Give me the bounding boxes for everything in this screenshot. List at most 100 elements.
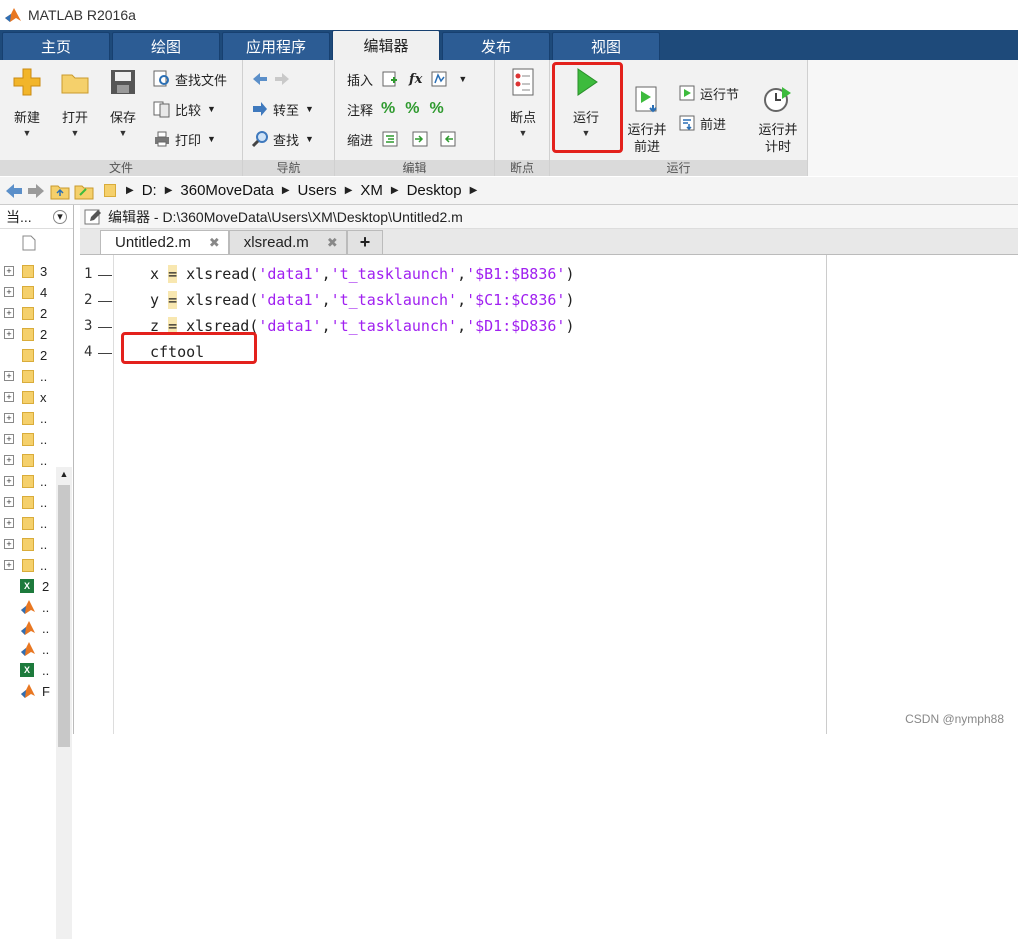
ribbon-empty-area	[808, 60, 1018, 176]
tab-apps[interactable]: 应用程序	[222, 32, 330, 60]
breadcrumb-desktop[interactable]: ▶Desktop▶	[391, 182, 485, 199]
panel-menu-icon[interactable]: ▾	[53, 210, 67, 224]
expand-icon[interactable]: +	[4, 308, 14, 318]
tab-publish[interactable]: 发布	[442, 32, 550, 60]
fx-icon[interactable]: fx	[409, 72, 422, 87]
chevron-down-icon[interactable]: ▼	[458, 74, 467, 84]
breadcrumb-360movedata[interactable]: ▶360MoveData	[165, 182, 274, 199]
list-item[interactable]: ..	[0, 597, 56, 617]
scroll-up-icon[interactable]: ▲	[56, 467, 72, 481]
print-button[interactable]: 打印 ▼	[153, 128, 216, 150]
find-files-button[interactable]: 查找文件	[153, 68, 227, 90]
up-folder-icon[interactable]	[50, 182, 70, 200]
expand-icon[interactable]: +	[4, 392, 14, 402]
breakpoint-dash[interactable]: —	[98, 292, 112, 308]
run-and-time-button[interactable]: 运行并 计时	[754, 66, 802, 172]
increase-indent-icon[interactable]	[411, 130, 429, 148]
code-area[interactable]: x = xlsread('data1','t_tasklaunch','$B1:…	[114, 255, 826, 734]
expand-icon[interactable]: +	[4, 287, 14, 297]
comment-percent-icon[interactable]: %	[381, 100, 395, 118]
new-tab-plus-icon[interactable]: +	[347, 230, 384, 254]
list-item[interactable]: +..	[0, 534, 56, 554]
browse-folder-icon[interactable]	[74, 182, 94, 200]
tab-plots[interactable]: 绘图	[112, 32, 220, 60]
uncomment-icon[interactable]: %	[405, 100, 419, 118]
find-button[interactable]: 查找 ▼	[251, 128, 314, 150]
expand-icon[interactable]: +	[4, 371, 14, 381]
list-item[interactable]: +x	[0, 387, 56, 407]
expand-icon[interactable]: +	[4, 266, 14, 276]
tab-view[interactable]: 视图	[552, 32, 660, 60]
back-icon[interactable]	[4, 182, 24, 200]
list-item[interactable]: X..	[0, 660, 56, 680]
list-item[interactable]: +..	[0, 555, 56, 575]
back-arrow-icon[interactable]	[251, 70, 269, 88]
expand-icon[interactable]: +	[4, 497, 14, 507]
forward-icon[interactable]	[26, 182, 46, 200]
insert-function-icon[interactable]	[430, 70, 448, 88]
breakpoint-dash[interactable]: —	[98, 266, 112, 282]
breakpoint-dash[interactable]: —	[98, 344, 112, 360]
breakpoint-dash[interactable]: —	[98, 318, 112, 334]
expand-icon[interactable]: +	[4, 455, 14, 465]
breadcrumb-xm[interactable]: ▶XM	[345, 182, 383, 199]
close-icon[interactable]: ✖	[327, 235, 338, 251]
scroll-thumb[interactable]	[58, 485, 70, 747]
new-button[interactable]: 新建 ▼	[5, 66, 49, 138]
open-button[interactable]: 打开 ▼	[53, 66, 97, 138]
folder-icon	[22, 265, 34, 278]
forward-arrow-icon[interactable]	[273, 70, 291, 88]
wrap-comment-icon[interactable]: %	[429, 100, 443, 118]
compare-button[interactable]: 比较 ▼	[153, 98, 216, 120]
expand-icon[interactable]: +	[4, 434, 14, 444]
expand-icon[interactable]: +	[4, 539, 14, 549]
list-item[interactable]: +3	[0, 261, 56, 281]
expand-icon[interactable]: +	[4, 518, 14, 528]
goto-button[interactable]: 转至 ▼	[251, 98, 314, 120]
list-item[interactable]: +..	[0, 408, 56, 428]
list-item[interactable]: +2	[0, 303, 56, 323]
run-section-button[interactable]: 运行节	[678, 82, 739, 104]
expand-icon[interactable]: +	[4, 413, 14, 423]
list-item[interactable]: ..	[0, 618, 56, 638]
list-item[interactable]: +..	[0, 450, 56, 470]
file-column-header	[0, 229, 73, 255]
editor-tab-xlsread[interactable]: xlsread.m✖	[229, 230, 347, 254]
smart-indent-icon[interactable]	[381, 130, 399, 148]
code-line[interactable]: y = xlsread('data1','t_tasklaunch','$C1:…	[150, 287, 574, 313]
matlab-file-icon	[20, 620, 36, 636]
advance-button[interactable]: 前进	[678, 112, 726, 134]
save-button[interactable]: 保存 ▼	[101, 66, 145, 138]
run-and-advance-button[interactable]: 运行并 前进	[624, 66, 670, 172]
decrease-indent-icon[interactable]	[439, 130, 457, 148]
list-item[interactable]: +..	[0, 366, 56, 386]
breakpoints-button[interactable]: 断点 ▼	[501, 66, 545, 138]
list-item[interactable]: X2	[0, 576, 56, 596]
expand-icon[interactable]: +	[4, 476, 14, 486]
tab-editor[interactable]: 编辑器	[332, 30, 440, 60]
expand-icon[interactable]: +	[4, 560, 14, 570]
list-item[interactable]: +4	[0, 282, 56, 302]
list-item[interactable]: +..	[0, 429, 56, 449]
expand-icon[interactable]: +	[4, 329, 14, 339]
list-item[interactable]: F	[0, 681, 56, 701]
list-item[interactable]: ..	[0, 639, 56, 659]
breakpoints-group: 断点 ▼ 断点	[495, 60, 550, 176]
close-icon[interactable]: ✖	[209, 235, 220, 251]
insert-section-icon[interactable]	[381, 70, 399, 88]
breadcrumb-users[interactable]: ▶Users	[282, 182, 337, 199]
tab-home[interactable]: 主页	[2, 32, 110, 60]
breadcrumb-drive[interactable]: ▶D:	[126, 182, 157, 199]
editor-title-bar: 编辑器 - D:\360MoveData\Users\XM\Desktop\Un…	[80, 205, 1018, 229]
editor-tab-untitled2[interactable]: Untitled2.m✖	[100, 230, 229, 254]
editor-tabs: Untitled2.m✖ xlsread.m✖ +	[80, 229, 1018, 255]
list-item[interactable]: 2	[0, 345, 56, 365]
folder-icon	[22, 538, 34, 551]
list-item[interactable]: +..	[0, 492, 56, 512]
folder-scrollbar[interactable]: ▲	[56, 467, 72, 939]
list-item[interactable]: +..	[0, 471, 56, 491]
list-item[interactable]: +..	[0, 513, 56, 533]
back-forward-buttons[interactable]	[251, 68, 295, 90]
list-item[interactable]: +2	[0, 324, 56, 344]
code-line[interactable]: x = xlsread('data1','t_tasklaunch','$B1:…	[150, 261, 574, 287]
